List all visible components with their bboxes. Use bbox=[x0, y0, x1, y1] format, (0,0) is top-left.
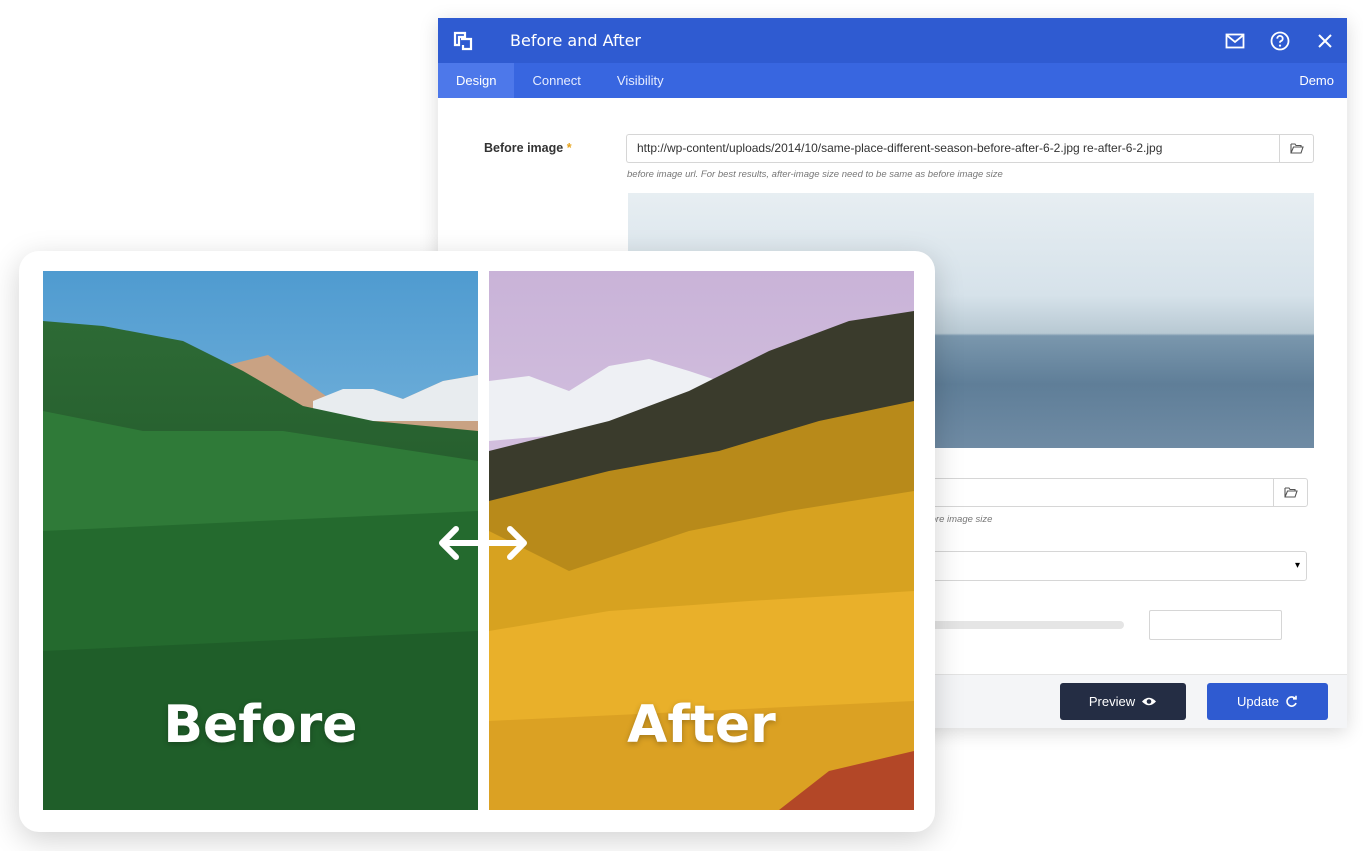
preview-button[interactable]: Preview bbox=[1060, 683, 1186, 720]
number-input[interactable] bbox=[1149, 610, 1282, 640]
title-bar: Before and After bbox=[438, 18, 1347, 63]
tab-visibility[interactable]: Visibility bbox=[599, 63, 682, 98]
double-arrow-icon[interactable] bbox=[436, 523, 530, 563]
close-button[interactable] bbox=[1302, 18, 1347, 63]
after-image-browse-button[interactable] bbox=[1273, 478, 1308, 507]
eye-icon bbox=[1142, 697, 1157, 706]
required-mark: * bbox=[566, 141, 572, 155]
help-button[interactable] bbox=[1257, 18, 1302, 63]
preview-button-label: Preview bbox=[1088, 694, 1136, 709]
before-image-browse-button[interactable] bbox=[1279, 134, 1314, 163]
mail-icon bbox=[1225, 33, 1244, 48]
tab-design[interactable]: Design bbox=[438, 63, 515, 98]
demo-link[interactable]: Demo bbox=[1299, 73, 1347, 88]
app-logo-icon bbox=[453, 31, 473, 50]
after-image-pane: After bbox=[489, 271, 914, 810]
close-icon bbox=[1317, 33, 1332, 48]
after-image-hint: fore image size bbox=[928, 514, 993, 525]
help-icon bbox=[1270, 31, 1289, 50]
before-image-url-input[interactable]: http://wp-content/uploads/2014/10/same-p… bbox=[626, 134, 1289, 163]
update-button-label: Update bbox=[1237, 694, 1279, 709]
update-button[interactable]: Update bbox=[1207, 683, 1328, 720]
mail-button[interactable] bbox=[1212, 18, 1257, 63]
after-image-url-input[interactable] bbox=[878, 478, 1273, 507]
before-image-label: Before image * bbox=[484, 141, 572, 155]
after-label: After bbox=[627, 695, 776, 755]
chevron-down-icon: ▾ bbox=[1294, 560, 1300, 571]
refresh-icon bbox=[1286, 695, 1297, 707]
title-actions bbox=[1212, 18, 1347, 63]
before-image-pane: Before bbox=[43, 271, 478, 810]
folder-open-icon bbox=[1289, 143, 1304, 154]
before-image-hint: before image url. For best results, afte… bbox=[627, 169, 1003, 180]
before-label: Before bbox=[163, 695, 358, 755]
tab-bar: Design Connect Visibility Demo bbox=[438, 63, 1347, 98]
before-image-label-text: Before image bbox=[484, 141, 564, 155]
before-after-card: Before After bbox=[19, 251, 935, 832]
tab-connect[interactable]: Connect bbox=[514, 63, 598, 98]
style-select[interactable]: ▾ bbox=[878, 551, 1307, 581]
window-title: Before and After bbox=[510, 31, 642, 50]
folder-open-icon bbox=[1283, 487, 1298, 498]
